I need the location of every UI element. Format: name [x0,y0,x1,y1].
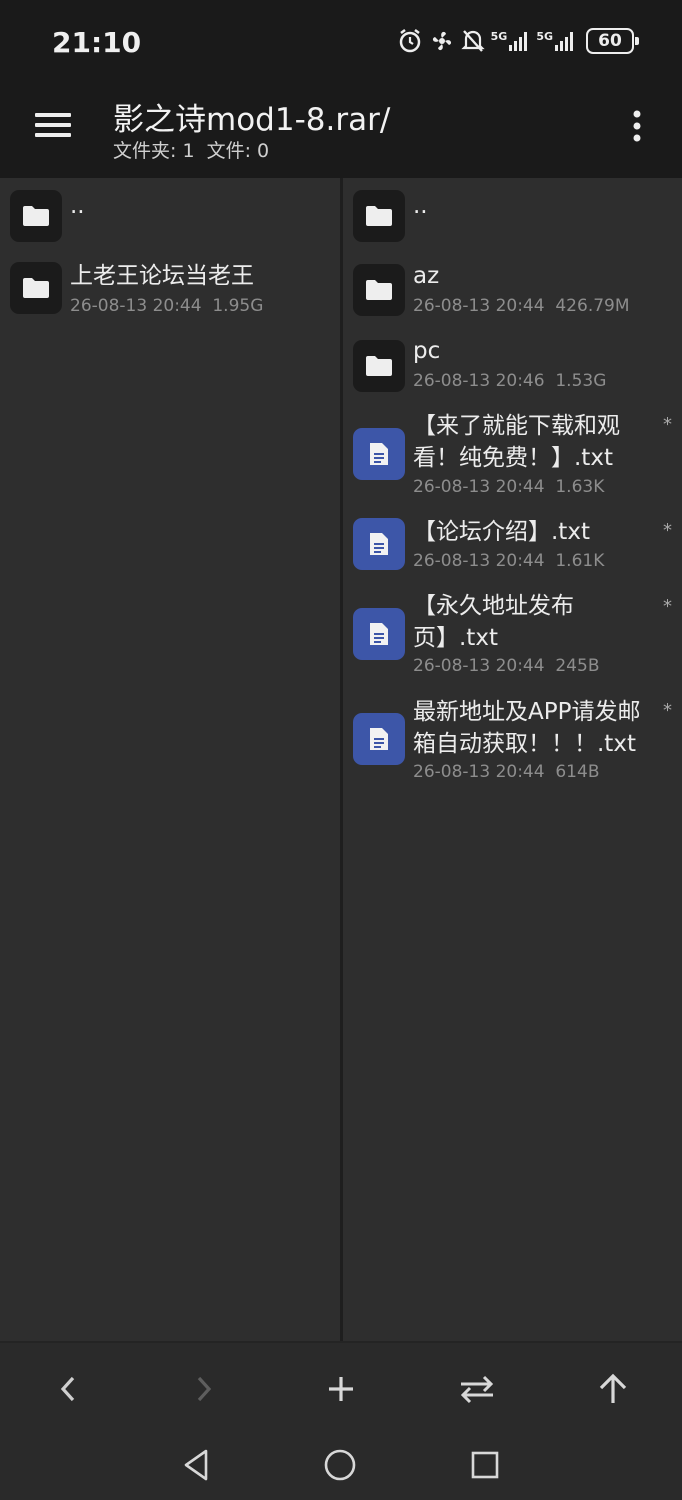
folder-icon [10,262,62,314]
app-bar: 影之诗mod1-8.rar/ 文件夹: 1 文件: 0 [0,86,682,178]
text-file-icon [353,713,405,765]
list-item-folder[interactable]: az 26-08-13 20:44 426.79M [343,262,682,322]
folder-file-count: 文件夹: 1 文件: 0 [113,140,270,162]
modified-marker: * [663,520,672,541]
battery-icon: 60 [586,28,639,54]
text-file-icon [353,518,405,570]
swap-panes-button[interactable] [455,1367,499,1411]
text-file-icon [353,608,405,660]
system-nav-bar [0,1431,682,1500]
back-button[interactable] [46,1367,90,1411]
item-name: .. [413,193,428,219]
item-name: 【永久地址发布页】.txt [413,593,574,651]
circle-home-icon [324,1449,356,1481]
item-meta: 26-08-13 20:44 1.95G [70,296,264,316]
mute-bell-icon [460,30,485,52]
folder-icon [10,190,62,242]
item-name: 【论坛介绍】.txt [413,519,590,545]
right-file-pane: .. az 26-08-13 20:44 426.79M pc 26-08-13… [343,178,682,1341]
item-name: az [413,263,440,289]
signal-2-icon: 5G [536,30,576,52]
list-item-parent[interactable]: .. [343,188,682,244]
plus-icon [329,1377,353,1401]
modified-marker: * [663,596,672,617]
list-item-folder[interactable]: 上老王论坛当老王 26-08-13 20:44 1.95G [0,260,340,320]
add-button[interactable] [319,1367,363,1411]
item-name: pc [413,338,441,364]
list-item-file[interactable]: 【来了就能下载和观看！纯免费！】.txt 26-08-13 20:44 1.63… [343,410,682,502]
hamburger-menu-icon [35,113,71,137]
more-vertical-icon [633,110,641,142]
nav-recents-button[interactable] [463,1445,507,1485]
item-meta: 26-08-13 20:46 1.53G [413,371,607,391]
item-meta: 26-08-13 20:44 614B [413,762,600,782]
more-options-button[interactable] [620,104,654,148]
up-directory-button[interactable] [591,1367,635,1411]
list-item-file[interactable]: 最新地址及APP请发邮箱自动获取！！！.txt 26-08-13 20:44 6… [343,696,682,788]
square-recents-icon [471,1451,499,1479]
path-title: 影之诗mod1-8.rar/ [113,102,391,138]
left-file-pane: .. 上老王论坛当老王 26-08-13 20:44 1.95G [0,178,340,1341]
modified-marker: * [663,700,672,721]
bottom-toolbar [0,1341,682,1433]
item-meta: 26-08-13 20:44 426.79M [413,296,630,316]
status-bar: 21:10 5G 5G 60 [0,0,682,86]
text-file-icon [353,428,405,480]
folder-icon [353,340,405,392]
list-item-folder[interactable]: pc 26-08-13 20:46 1.53G [343,338,682,398]
modified-marker: * [663,414,672,435]
chevron-right-icon [197,1376,212,1402]
folder-icon [353,190,405,242]
arrow-up-icon [599,1373,627,1403]
forward-button[interactable] [182,1367,226,1411]
list-item-file[interactable]: 【永久地址发布页】.txt 26-08-13 20:44 245B * [343,592,682,684]
list-item-file[interactable]: 【论坛介绍】.txt 26-08-13 20:44 1.61K * [343,518,682,578]
folder-icon [353,264,405,316]
status-icons: 5G 5G 60 [397,28,639,54]
nav-back-button[interactable] [174,1445,218,1485]
chevron-left-icon [60,1376,75,1402]
list-item-parent[interactable]: .. [0,188,340,244]
item-name: 最新地址及APP请发邮箱自动获取！！！.txt [413,699,641,757]
alarm-icon [399,29,420,53]
signal-1-label: 5G [490,30,508,43]
item-meta: 26-08-13 20:44 245B [413,656,600,676]
menu-button[interactable] [30,104,76,146]
status-time: 21:10 [52,26,142,59]
item-name: 【来了就能下载和观看！纯免费！】.txt [413,413,620,471]
item-name: 上老王论坛当老王 [70,263,254,289]
signal-2-label: 5G [536,30,553,43]
item-meta: 26-08-13 20:44 1.63K [413,477,605,497]
fan-icon [432,31,451,51]
triangle-back-icon [184,1449,208,1481]
swap-arrows-icon [460,1375,494,1404]
signal-1-icon: 5G [491,30,531,52]
item-meta: 26-08-13 20:44 1.61K [413,551,605,571]
item-name: .. [70,193,85,219]
nav-home-button[interactable] [318,1445,362,1485]
